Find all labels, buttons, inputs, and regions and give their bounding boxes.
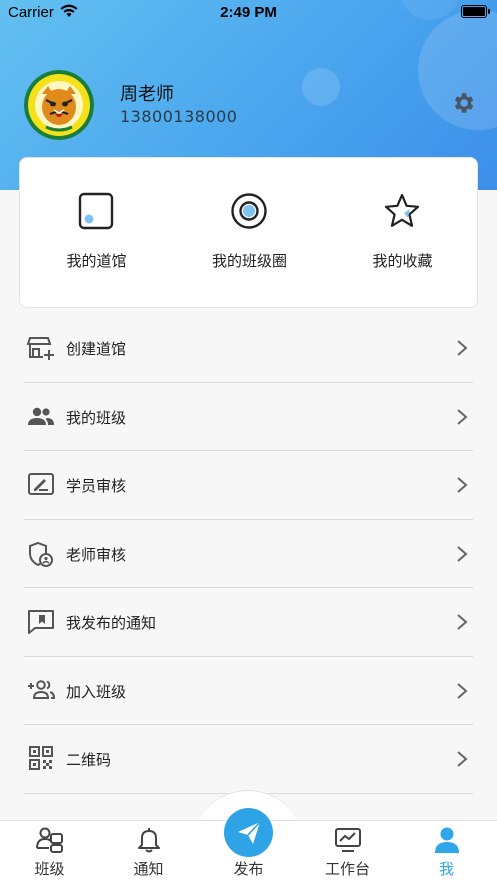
quick-label: 我的班级圈 bbox=[211, 252, 287, 270]
battery-icon bbox=[461, 5, 490, 18]
menu-item-teacher-review[interactable]: 老师审核 bbox=[0, 520, 497, 588]
quick-my-favorites[interactable]: 我的收藏 bbox=[326, 158, 479, 309]
chevron-right-icon bbox=[457, 545, 468, 562]
menu-label: 学员审核 bbox=[66, 477, 127, 495]
chevron-right-icon bbox=[457, 682, 468, 699]
menu-label: 二维码 bbox=[66, 751, 112, 769]
disc-icon bbox=[231, 193, 267, 229]
tab-notice[interactable]: 通知 bbox=[99, 820, 198, 883]
bookmark-message-icon bbox=[28, 610, 54, 634]
menu-item-my-classes[interactable]: 我的班级 bbox=[0, 383, 497, 451]
menu-item-create-gym[interactable]: 创建道馆 bbox=[0, 314, 497, 383]
tab-label: 发布 bbox=[233, 860, 264, 878]
bell-icon bbox=[138, 828, 160, 853]
user-phone: 13800138000 bbox=[120, 107, 238, 126]
tab-workbench[interactable]: 工作台 bbox=[298, 820, 397, 883]
chevron-right-icon bbox=[457, 614, 468, 630]
menu-label: 老师审核 bbox=[66, 545, 127, 564]
quick-my-class-circle[interactable]: 我的班级圈 bbox=[173, 158, 326, 309]
chevron-right-icon bbox=[457, 751, 468, 767]
menu-item-qr-code[interactable]: 二维码 bbox=[0, 725, 497, 794]
tab-me[interactable]: 我 bbox=[397, 820, 496, 883]
clock: 2:49 PM bbox=[220, 4, 277, 21]
tab-label: 班级 bbox=[34, 860, 65, 878]
gear-icon[interactable] bbox=[450, 90, 476, 116]
quick-actions-card: 我的道馆 我的班级圈 我的收藏 bbox=[19, 157, 478, 308]
user-name: 周老师 bbox=[120, 84, 174, 105]
tab-label: 通知 bbox=[133, 860, 164, 878]
dashboard-icon bbox=[335, 828, 361, 852]
tab-label: 工作台 bbox=[324, 860, 370, 878]
store-add-icon bbox=[27, 337, 54, 360]
class-icon bbox=[36, 827, 63, 853]
qrcode-icon bbox=[29, 746, 53, 770]
people-icon bbox=[28, 407, 54, 425]
group-add-icon bbox=[28, 679, 55, 699]
chevron-right-icon bbox=[457, 340, 468, 356]
tab-publish[interactable]: 发布 bbox=[199, 820, 298, 883]
star-icon bbox=[384, 193, 420, 227]
tab-class[interactable]: 班级 bbox=[0, 820, 99, 883]
tiger-logo-avatar[interactable] bbox=[24, 70, 94, 140]
person-icon bbox=[435, 827, 459, 853]
decor-bubble bbox=[302, 68, 340, 106]
shield-user-icon bbox=[29, 541, 53, 567]
quick-my-gym[interactable]: 我的道馆 bbox=[20, 158, 173, 309]
square-app-icon bbox=[78, 192, 114, 230]
signature-icon bbox=[28, 473, 54, 495]
chevron-right-icon bbox=[457, 408, 468, 425]
chevron-right-icon bbox=[457, 477, 468, 493]
menu-label: 我的班级 bbox=[66, 408, 127, 427]
tab-label: 我 bbox=[438, 860, 454, 878]
menu-item-join-class[interactable]: 加入班级 bbox=[0, 657, 497, 725]
menu-label: 加入班级 bbox=[66, 682, 127, 701]
quick-label: 我的道馆 bbox=[66, 252, 127, 270]
status-bar: Carrier 2:49 PM bbox=[0, 0, 497, 26]
menu-item-student-review[interactable]: 学员审核 bbox=[0, 451, 497, 520]
menu-label: 创建道馆 bbox=[66, 340, 127, 358]
menu-label: 我发布的通知 bbox=[66, 614, 157, 632]
menu-item-my-notices[interactable]: 我发布的通知 bbox=[0, 588, 497, 657]
menu-list: 创建道馆 我的班级 学员审核 老师审核 我发布的通知 加入班级 二维码 bbox=[0, 314, 497, 794]
quick-label: 我的收藏 bbox=[372, 252, 433, 270]
